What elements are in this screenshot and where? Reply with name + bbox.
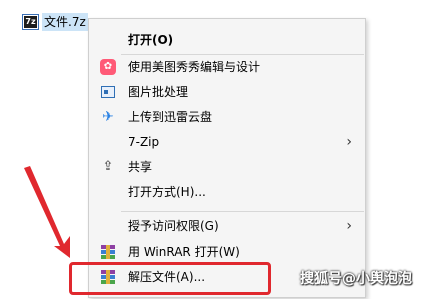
annotation-arrow-icon [24,166,70,258]
watermark: 搜狐号@小舆泡泡 [300,271,412,287]
arrow-shape [24,166,70,258]
